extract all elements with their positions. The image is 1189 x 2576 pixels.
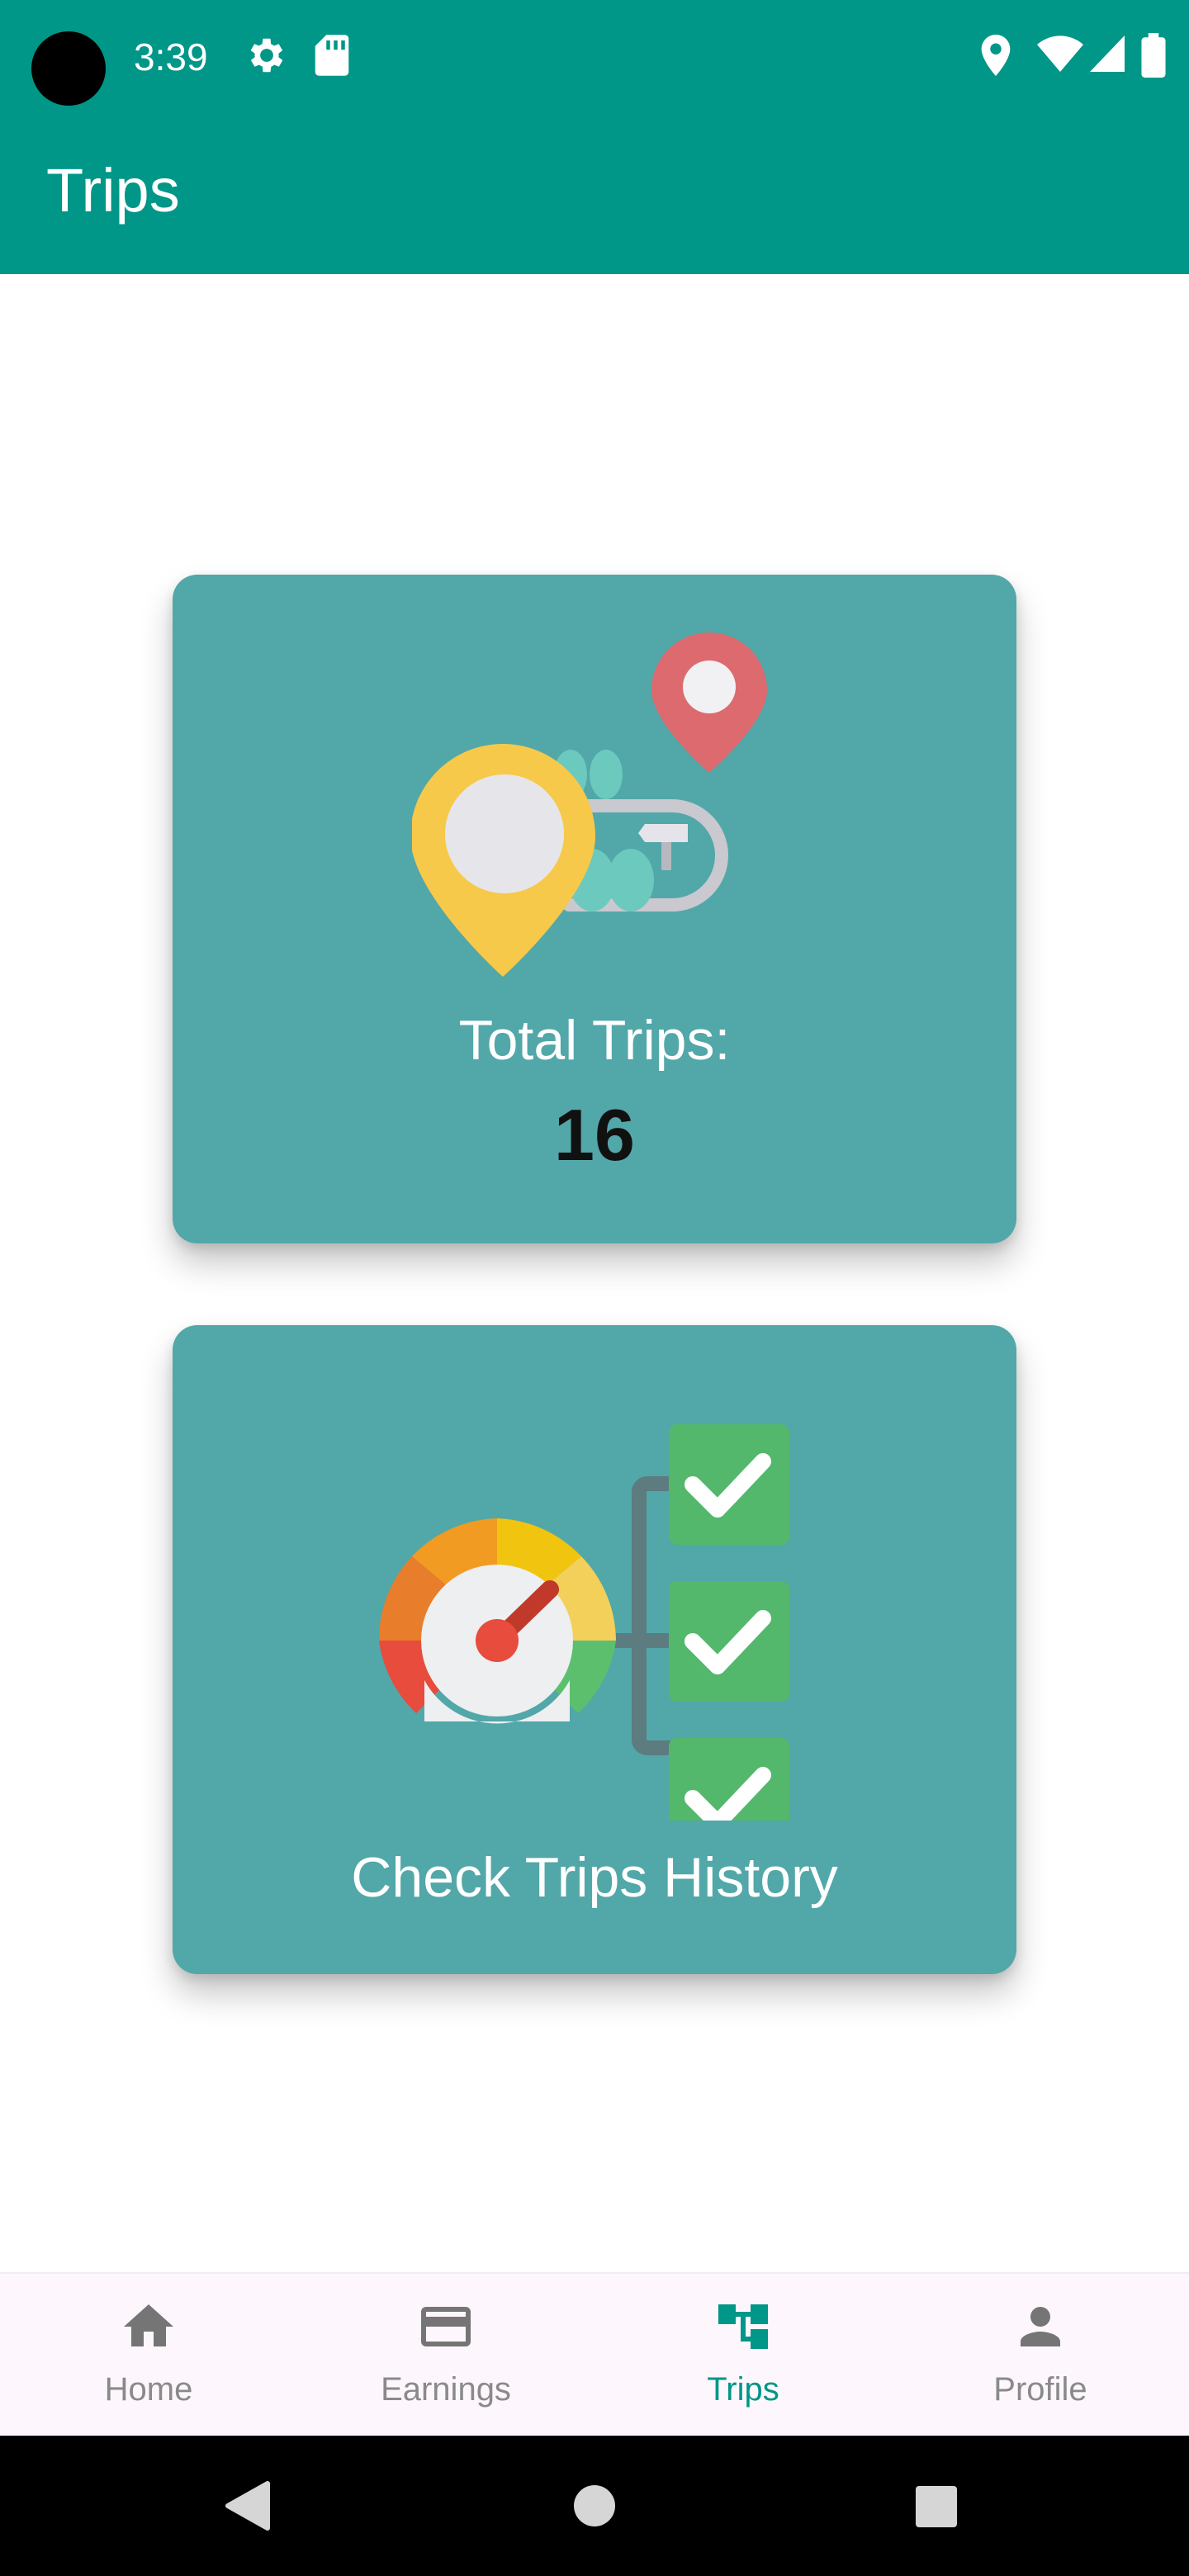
nav-label-profile: Profile [993,2371,1087,2408]
camera-cutout [31,31,106,106]
system-navigation-bar [0,2436,1189,2576]
trips-history-card[interactable]: Check Trips History [173,1325,1016,1974]
recents-icon[interactable] [915,2485,958,2528]
nav-label-earnings: Earnings [381,2371,511,2408]
status-bar: 3:39 [0,0,1189,116]
status-time: 3:39 [134,36,208,78]
map-route-illustration [412,632,767,977]
nav-item-earnings[interactable]: Earnings [297,2274,594,2437]
signal-icon [1090,36,1125,72]
trips-history-label: Check Trips History [351,1846,838,1909]
speedometer-checklist-illustration [378,1424,789,1821]
location-icon [981,34,1011,77]
total-trips-value: 16 [554,1094,635,1176]
sd-card-icon [315,35,349,76]
home-circle-icon[interactable] [573,2484,616,2527]
nav-item-profile[interactable]: Profile [892,2274,1189,2437]
back-icon[interactable] [223,2480,271,2531]
nav-label-trips: Trips [707,2371,779,2408]
person-icon [1021,2307,1060,2346]
total-trips-label: Total Trips: [458,1009,731,1072]
check-box-1 [669,1424,789,1545]
page-title: Trips [46,156,180,225]
wifi-icon [1037,36,1083,72]
battery-icon [1141,33,1166,78]
nav-label-home: Home [104,2371,193,2408]
gear-icon [250,38,283,73]
trips-icon [718,2304,768,2349]
total-trips-card[interactable]: Total Trips: 16 [173,575,1016,1243]
card-icon [421,2307,471,2346]
nav-item-home[interactable]: Home [0,2274,297,2437]
home-icon [124,2304,173,2346]
bottom-navigation: Home Earnings Trips Profile [0,2272,1189,2436]
nav-item-trips[interactable]: Trips [594,2274,892,2437]
